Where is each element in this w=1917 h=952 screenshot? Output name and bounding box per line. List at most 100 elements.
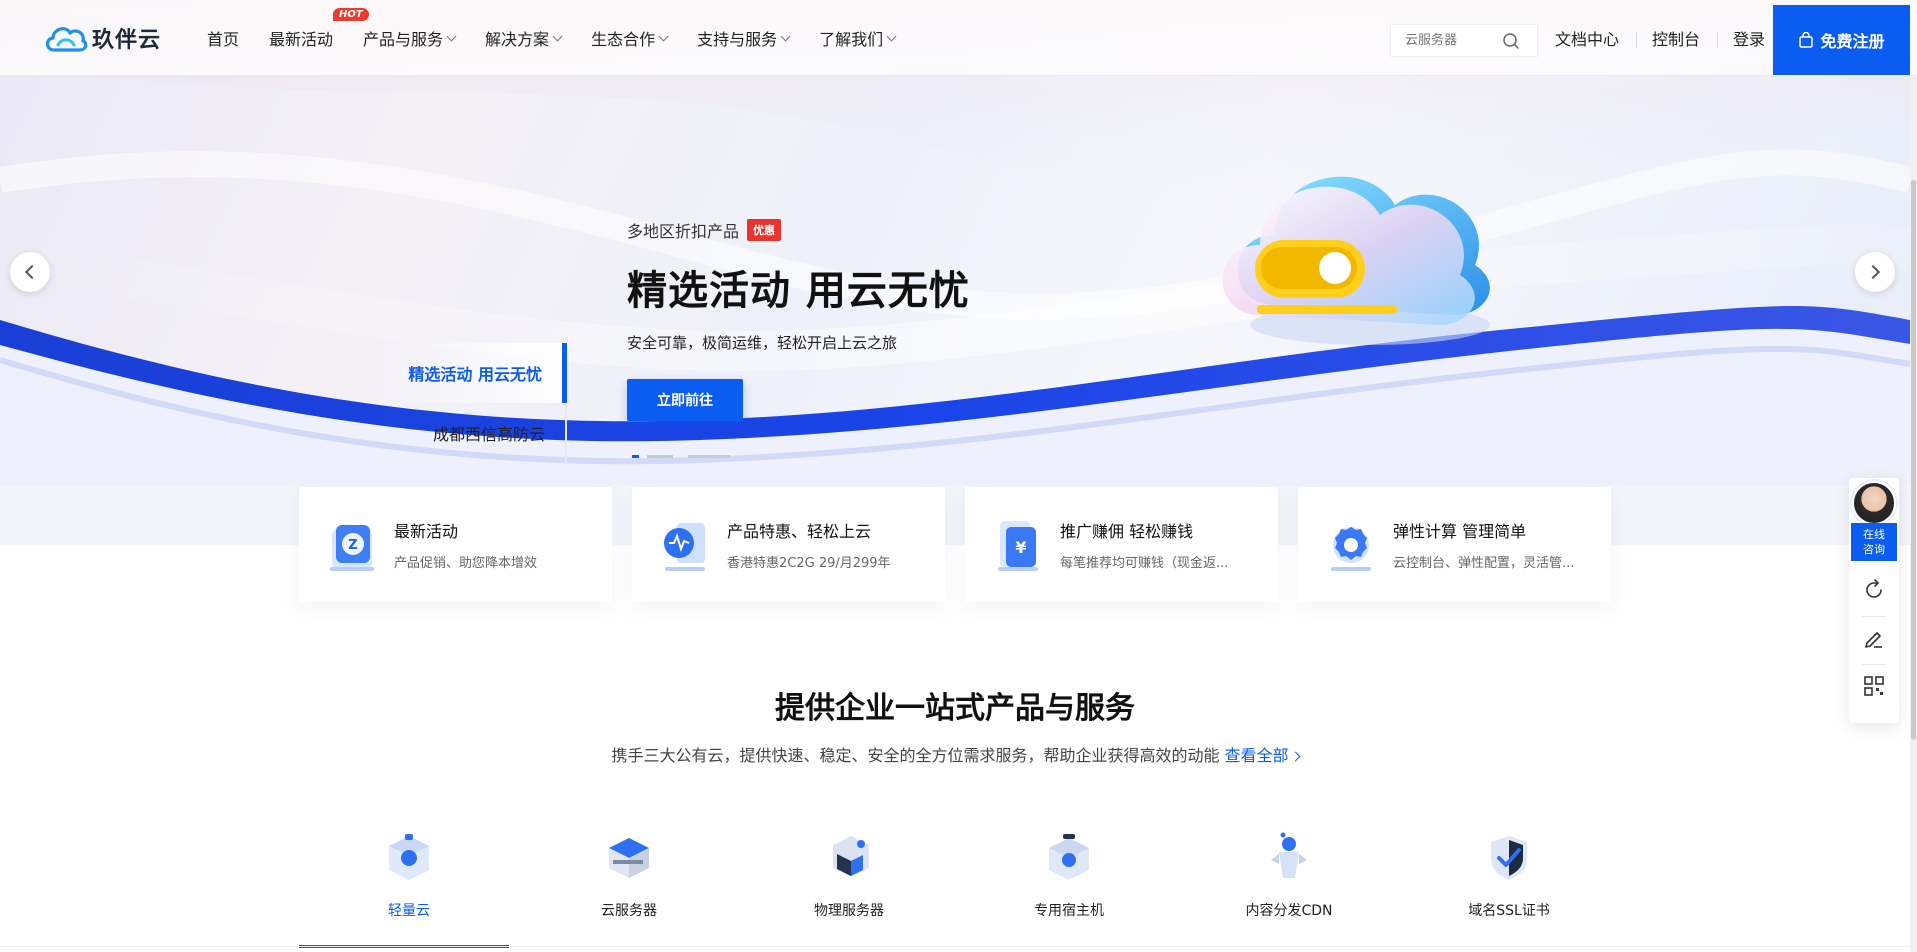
cloud-server-icon: [609, 838, 649, 878]
hero-slide-tabs: 精选活动 用云无忧 成都西信高防云: [370, 343, 567, 463]
product-tab-dedicated-host[interactable]: 专用宿主机: [959, 830, 1179, 948]
chevron-down-icon: [552, 31, 563, 41]
carousel-dot-1[interactable]: [632, 455, 639, 458]
quick-card-product-deals[interactable]: 产品特惠、轻松上云 香港特惠2C2G 29/月299年: [632, 487, 945, 602]
search-input[interactable]: [1391, 33, 1496, 48]
yen-phone-icon: ¥: [998, 520, 1038, 571]
nav-label: 支持与服务: [697, 30, 778, 49]
quick-card-desc: 云控制台、弹性配置，灵活管...: [1393, 556, 1575, 571]
product-tab-label: 物理服务器: [814, 903, 884, 919]
product-tab-label: 专用宿主机: [1034, 903, 1104, 919]
lightweight-cloud-icon: [389, 834, 429, 880]
quick-card-desc: 香港特惠2C2G 29/月299年: [727, 556, 891, 571]
carousel-next-button[interactable]: [1855, 252, 1895, 292]
quick-card-latest-activities[interactable]: Z 最新活动 产品促销、助您降本增效: [299, 487, 612, 602]
bag-icon: [1799, 32, 1814, 48]
quick-card-elastic-compute[interactable]: 弹性计算 管理简单 云控制台、弹性配置，灵活管...: [1298, 487, 1611, 602]
docs-center-link[interactable]: 文档中心: [1555, 0, 1619, 76]
nav-label: 首页: [207, 30, 240, 49]
quick-card-text: 最新活动 产品促销、助您降本增效: [394, 518, 609, 571]
edit-icon[interactable]: [1862, 626, 1886, 650]
product-tab-label: 内容分发CDN: [1245, 903, 1333, 919]
hero-banner: 精选活动 用云无忧 成都西信高防云 多地区折扣产品 优惠 精选活动 用云无忧 安…: [0, 0, 1910, 545]
gift-badge-icon: Z: [330, 524, 374, 571]
carousel-dot-2[interactable]: [647, 455, 673, 458]
quick-card-title: 推广赚佣 轻松赚钱: [1060, 522, 1194, 541]
nav-latest-activities[interactable]: 最新活动 HOT: [269, 8, 369, 50]
search-box: [1390, 24, 1538, 57]
nav-home[interactable]: 首页: [207, 26, 239, 50]
product-tab-label: 轻量云: [388, 903, 430, 919]
console-link[interactable]: 控制台: [1652, 0, 1700, 76]
qrcode-icon[interactable]: [1862, 674, 1886, 698]
nav-products[interactable]: 产品与服务: [363, 26, 457, 50]
gear-wrench-icon: [1331, 526, 1371, 571]
services-description-row: 携手三大公有云，提供快速、稳定、安全的全方位需求服务，帮助企业获得高效的动能 查…: [0, 742, 1910, 766]
carousel-indicators: [632, 455, 730, 458]
nav-label: 解决方案: [485, 30, 550, 49]
logo[interactable]: 玖伴云: [42, 18, 161, 58]
slide-tab-featured[interactable]: 精选活动 用云无忧: [370, 343, 567, 403]
nav-about[interactable]: 了解我们: [819, 26, 897, 50]
top-navbar: 玖伴云 首页 最新活动 HOT 产品与服务 解决方案 生态合作 支持与服务 了解…: [0, 0, 1917, 76]
hero-content: 多地区折扣产品 优惠 精选活动 用云无忧 安全可靠，极简运维，轻松开启上云之旅 …: [627, 218, 970, 421]
register-label: 免费注册: [1820, 32, 1885, 51]
cloud-switch-illustration: [1222, 176, 1490, 345]
header-divider: [1717, 32, 1718, 48]
refresh-icon[interactable]: [1862, 578, 1886, 602]
product-tab-cloud-server[interactable]: 云服务器: [519, 830, 739, 948]
nav-label: 产品与服务: [363, 30, 444, 49]
product-tab-lightweight-cloud[interactable]: 轻量云: [299, 830, 519, 948]
product-tab-cdn[interactable]: 内容分发CDN: [1179, 830, 1399, 948]
quick-card-title: 弹性计算 管理简单: [1393, 522, 1527, 541]
nav-solutions[interactable]: 解决方案: [485, 26, 563, 50]
promo-badge: 优惠: [747, 219, 782, 241]
quick-card-title: 最新活动: [394, 522, 459, 541]
chevron-down-icon: [658, 31, 669, 41]
scrollbar-thumb[interactable]: [1911, 180, 1916, 740]
hero-description: 安全可靠，极简运维，轻松开启上云之旅: [627, 334, 898, 352]
main-nav: 首页 最新活动 HOT 产品与服务 解决方案 生态合作 支持与服务 了解我们: [207, 0, 925, 76]
go-now-button[interactable]: 立即前往: [627, 379, 743, 421]
online-consult-button[interactable]: 在线 咨询: [1851, 523, 1897, 561]
dedicated-host-icon: [1049, 834, 1089, 880]
product-tab-label: 云服务器: [601, 903, 657, 919]
chevron-left-icon: [24, 264, 40, 280]
logo-text: 玖伴云: [92, 28, 162, 53]
hero-subtitle-row: 多地区折扣产品 优惠: [627, 218, 970, 242]
chevron-right-icon: [1290, 751, 1301, 762]
services-description: 携手三大公有云，提供快速、稳定、安全的全方位需求服务，帮助企业获得高效的动能: [611, 746, 1220, 765]
slide-tab-chengdu[interactable]: 成都西信高防云: [370, 403, 567, 463]
view-all-link[interactable]: 查看全部: [1224, 746, 1301, 765]
search-icon[interactable]: [1502, 32, 1520, 50]
quick-cards: Z 最新活动 产品促销、助您降本增效 产品特惠、轻松上云 香港特惠2C2G 29…: [299, 487, 1631, 602]
quick-card-referral[interactable]: ¥ 推广赚佣 轻松赚钱 每笔推荐均可赚钱（现金返...: [965, 487, 1278, 602]
product-tabs: 轻量云 云服务器 物理服务器 专用宿主机 内容分发CDN 域名SSL证书: [299, 830, 1619, 948]
carousel-dot-3[interactable]: [688, 455, 730, 458]
quick-card-desc: 产品促销、助您降本增效: [394, 556, 538, 571]
float-divider: [1862, 664, 1886, 665]
quick-card-text: 弹性计算 管理简单 云控制台、弹性配置，灵活管...: [1393, 518, 1608, 571]
svg-text:¥: ¥: [1015, 538, 1026, 557]
services-title: 提供企业一站式产品与服务: [775, 691, 1135, 726]
physical-server-icon: [833, 836, 869, 877]
view-all-label: 查看全部: [1224, 746, 1289, 765]
login-link[interactable]: 登录: [1733, 0, 1765, 76]
quick-card-desc: 每笔推荐均可赚钱（现金返...: [1060, 556, 1229, 571]
chevron-right-icon: [1865, 264, 1881, 280]
carousel-prev-button[interactable]: [10, 252, 50, 292]
customer-service-avatar[interactable]: [1852, 481, 1896, 525]
svg-text:Z: Z: [348, 538, 357, 553]
free-register-button[interactable]: 免费注册: [1773, 5, 1910, 75]
nav-ecosystem[interactable]: 生态合作: [591, 26, 669, 50]
shield-chart-icon: [664, 522, 705, 571]
section-divider: [0, 946, 1910, 947]
float-divider: [1862, 616, 1886, 617]
product-tab-physical-server[interactable]: 物理服务器: [739, 830, 959, 948]
nav-support[interactable]: 支持与服务: [697, 26, 791, 50]
floating-toolbar: 在线 咨询: [1849, 478, 1899, 723]
chevron-down-icon: [886, 31, 897, 41]
hero-title: 精选活动 用云无忧: [627, 268, 970, 314]
product-tab-ssl[interactable]: 域名SSL证书: [1399, 830, 1619, 948]
quick-card-title: 产品特惠、轻松上云: [727, 522, 872, 541]
